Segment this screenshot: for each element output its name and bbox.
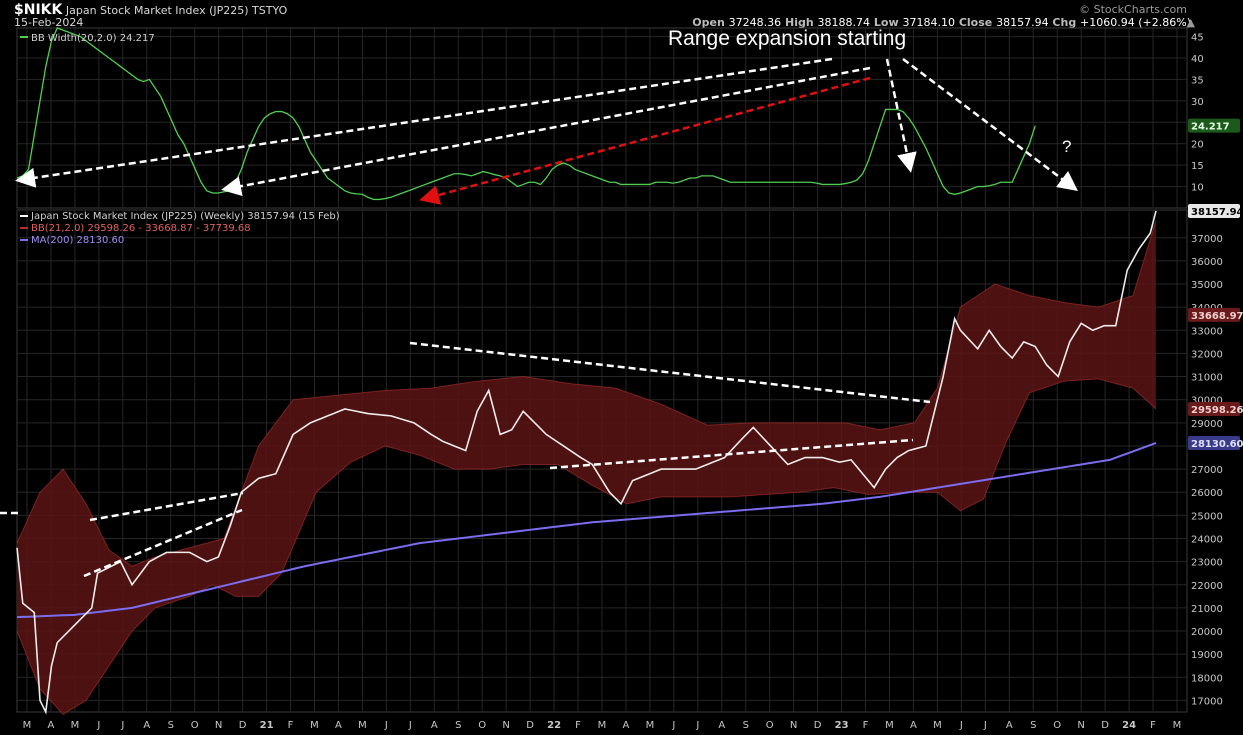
annotation-label: Range expansion starting bbox=[668, 27, 906, 50]
bbwidth-last-value: 24.217 bbox=[1191, 122, 1230, 133]
x-tick-label: A bbox=[623, 720, 630, 731]
y-tick-label: 35000 bbox=[1191, 280, 1223, 291]
y-tick-label: 10 bbox=[1191, 183, 1204, 194]
x-tick-label: F bbox=[1150, 720, 1156, 731]
x-tick-label: N bbox=[502, 720, 509, 731]
x-tick-label: F bbox=[575, 720, 581, 731]
y-tick-label: 22000 bbox=[1191, 581, 1223, 592]
y-tick-label: 25000 bbox=[1191, 511, 1223, 522]
x-tick-label: M bbox=[310, 720, 319, 731]
y-tick-label: 30 bbox=[1191, 97, 1204, 108]
y-tick-label: 45 bbox=[1191, 33, 1204, 44]
x-tick-label: M bbox=[646, 720, 655, 731]
x-tick-label: J bbox=[408, 720, 412, 731]
y-tick-label: 20 bbox=[1191, 140, 1204, 151]
y-tick-label: 33000 bbox=[1191, 326, 1223, 337]
y-tick-label: 20000 bbox=[1191, 627, 1223, 638]
x-tick-label: D bbox=[1101, 720, 1109, 731]
x-tick-label: J bbox=[695, 720, 699, 731]
y-tick-label: 29000 bbox=[1191, 419, 1223, 430]
x-tick-label: D bbox=[814, 720, 822, 731]
x-tick-label: A bbox=[718, 720, 725, 731]
x-tick-label: S bbox=[743, 720, 749, 731]
x-tick-label: J bbox=[671, 720, 675, 731]
x-tick-label: A bbox=[335, 720, 342, 731]
x-tick-label: M bbox=[598, 720, 607, 731]
y-tick-label: 26000 bbox=[1191, 488, 1223, 499]
x-tick-label: A bbox=[48, 720, 55, 731]
annotation-arrow bbox=[902, 58, 1078, 192]
x-tick-label: M bbox=[23, 720, 32, 731]
x-tick-label: J bbox=[983, 720, 987, 731]
x-tick-label: S bbox=[168, 720, 174, 731]
chart-canvas: M A M J J A S O N D 21 F M A M J J A S O N D 22 F M A M J J A S O N D 23 F M… bbox=[0, 27, 1243, 731]
x-tick-label: N bbox=[1077, 720, 1084, 731]
annotation-arrow bbox=[221, 66, 871, 197]
y-tick-label: 27000 bbox=[1191, 465, 1223, 476]
x-tick-label: O bbox=[766, 720, 774, 731]
x-tick-label: A bbox=[910, 720, 917, 731]
y-tick-label: 18000 bbox=[1191, 673, 1223, 684]
x-tick-label: M bbox=[71, 720, 80, 731]
y-tick-label: 37000 bbox=[1191, 234, 1223, 245]
legend-entry: BB Width(20,2.0) 24.217 bbox=[31, 33, 155, 44]
y-tick-label: 24000 bbox=[1191, 534, 1223, 545]
x-tick-label: N bbox=[215, 720, 222, 731]
x-tick-label: M bbox=[885, 720, 894, 731]
x-tick-label: O bbox=[191, 720, 199, 731]
x-tick-label: O bbox=[478, 720, 486, 731]
legend-entry: Japan Stock Market Index (JP225) (Weekly… bbox=[30, 211, 340, 222]
x-tick-label: 22 bbox=[547, 720, 561, 731]
x-tick-label: J bbox=[120, 720, 124, 731]
x-tick-label: F bbox=[863, 720, 869, 731]
x-tick-label: 23 bbox=[835, 720, 849, 731]
x-tick-label: S bbox=[455, 720, 461, 731]
ma200-value: 28130.60 bbox=[1191, 439, 1243, 450]
x-tick-label: J bbox=[384, 720, 388, 731]
trendline-annotation bbox=[89, 491, 244, 522]
x-tick-label: J bbox=[959, 720, 963, 731]
y-tick-label: 23000 bbox=[1191, 558, 1223, 569]
price-last-value: 38157.94 bbox=[1191, 207, 1243, 218]
x-tick-label: O bbox=[1053, 720, 1061, 731]
x-tick-label: D bbox=[526, 720, 534, 731]
annotation-question: ? bbox=[1062, 137, 1071, 156]
x-tick-label: J bbox=[96, 720, 100, 731]
x-tick-label: A bbox=[143, 720, 150, 731]
y-tick-label: 40 bbox=[1191, 54, 1204, 65]
legend-entry: BB(21,2.0) 29598.26 - 33668.87 - 37739.6… bbox=[31, 223, 251, 234]
x-tick-label: A bbox=[431, 720, 438, 731]
x-tick-label: M bbox=[1173, 720, 1182, 731]
x-tick-label: S bbox=[1030, 720, 1036, 731]
y-tick-label: 32000 bbox=[1191, 349, 1223, 360]
x-tick-label: A bbox=[1006, 720, 1013, 731]
x-tick-label: M bbox=[933, 720, 942, 731]
y-tick-label: 21000 bbox=[1191, 604, 1223, 615]
y-tick-label: 19000 bbox=[1191, 650, 1223, 661]
legend-entry: MA(200) 28130.60 bbox=[31, 235, 124, 246]
y-tick-label: 35 bbox=[1191, 75, 1204, 86]
x-tick-label: D bbox=[239, 720, 247, 731]
y-tick-label: 31000 bbox=[1191, 373, 1223, 384]
annotation-arrow bbox=[885, 58, 917, 173]
annotation-arrow bbox=[15, 57, 833, 188]
x-tick-label: F bbox=[288, 720, 294, 731]
bb-lower-value: 29598.26 bbox=[1191, 405, 1243, 416]
x-tick-label: 21 bbox=[260, 720, 274, 731]
x-tick-label: N bbox=[790, 720, 797, 731]
bb-mid-value: 33668.97 bbox=[1191, 311, 1243, 322]
x-tick-label: 24 bbox=[1122, 720, 1136, 731]
x-tick-label: M bbox=[358, 720, 367, 731]
y-tick-label: 36000 bbox=[1191, 257, 1223, 268]
y-tick-label: 15 bbox=[1191, 161, 1204, 172]
y-tick-label: 17000 bbox=[1191, 696, 1223, 707]
bbwidth-line bbox=[16, 27, 1036, 201]
